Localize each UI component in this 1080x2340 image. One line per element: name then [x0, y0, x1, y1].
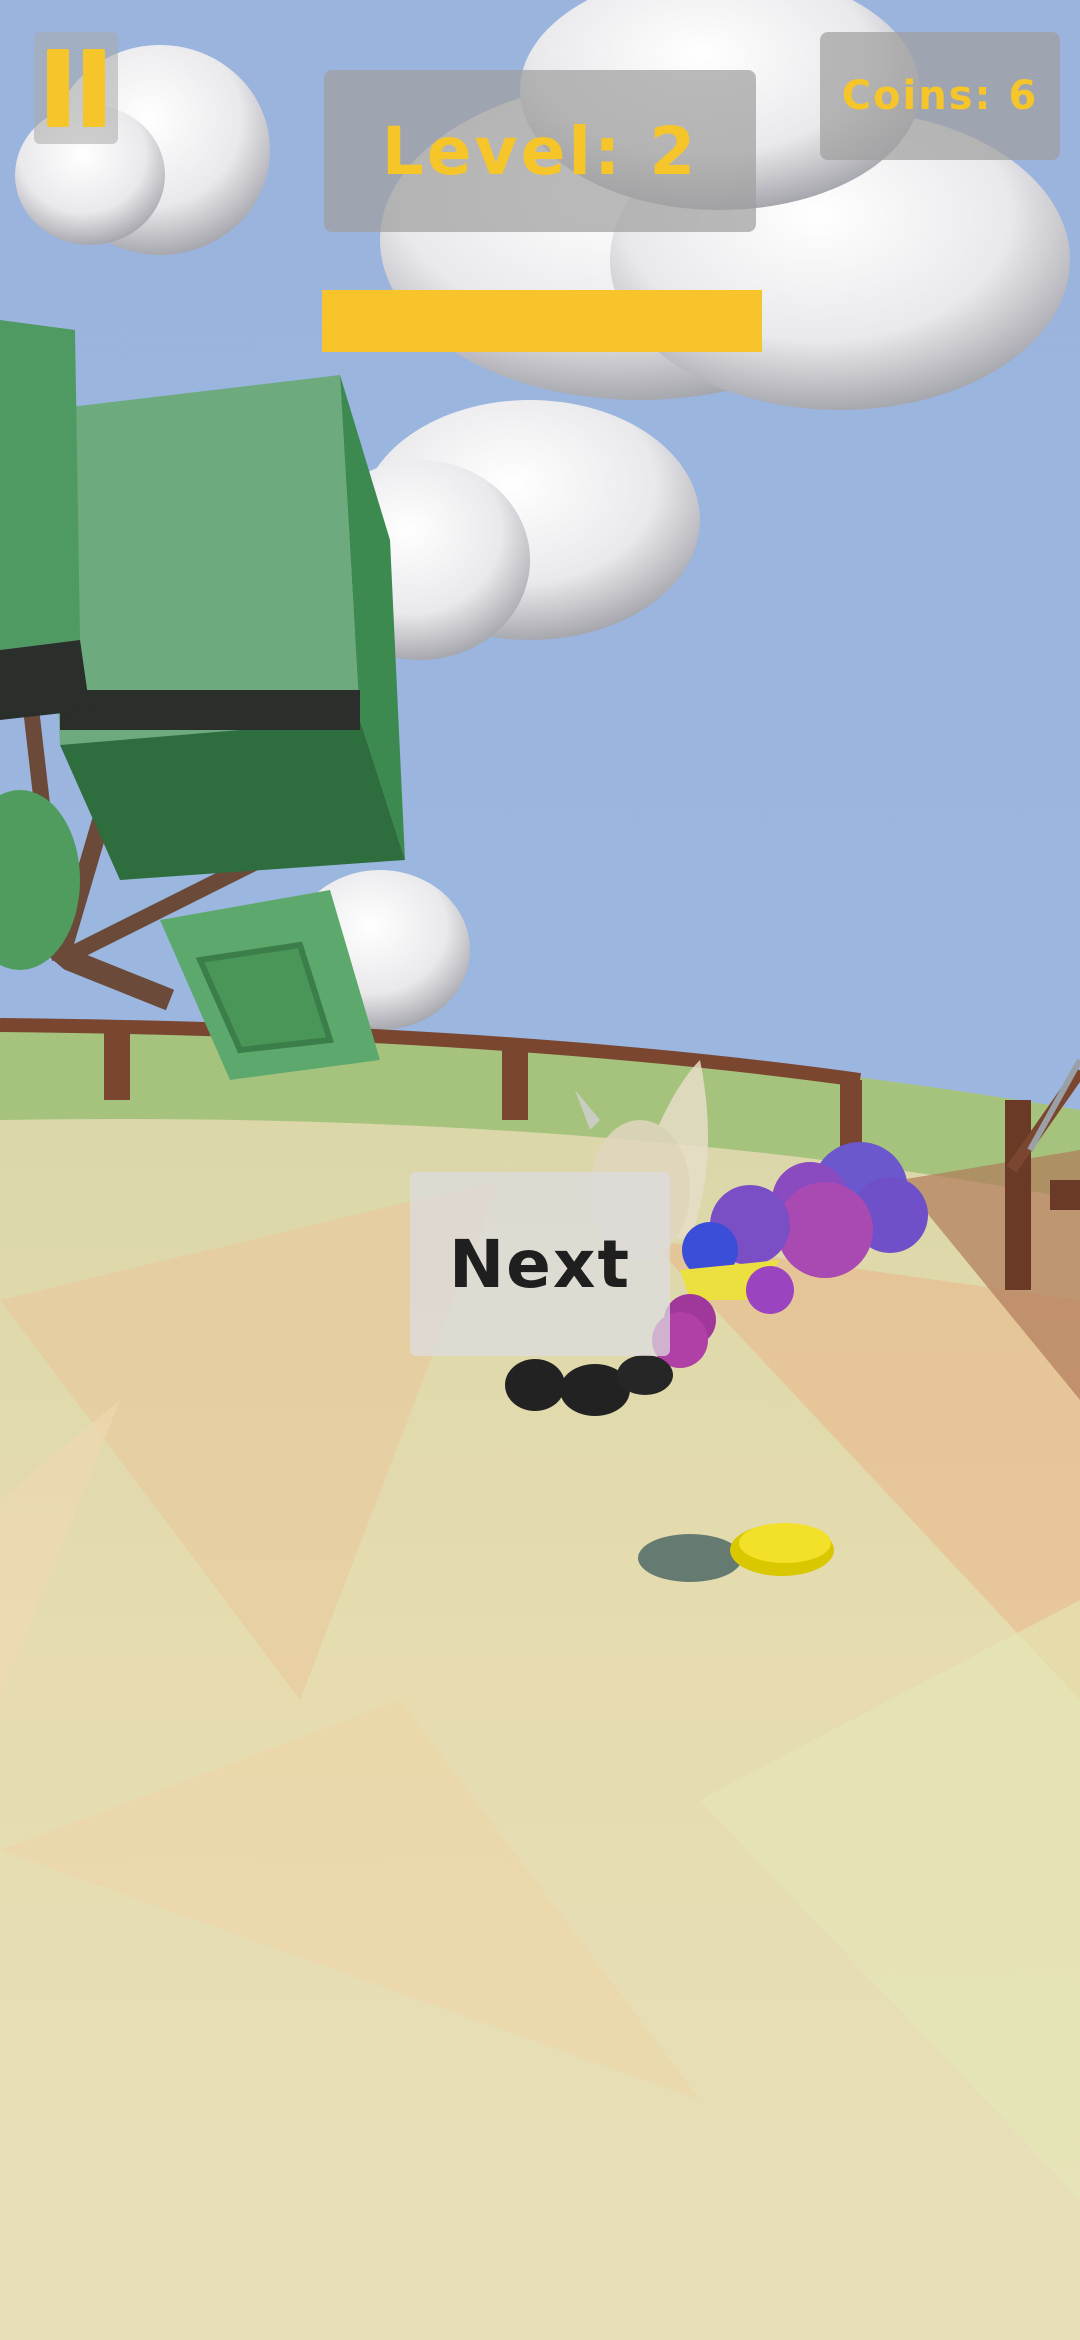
- tree: [0, 320, 405, 1080]
- pause-button[interactable]: [34, 32, 118, 144]
- pause-icon-bar: [83, 49, 105, 127]
- level-progress-fill: [322, 290, 762, 352]
- next-button-label: Next: [448, 1225, 632, 1303]
- next-button[interactable]: Next: [410, 1172, 670, 1356]
- level-progress-bar: [322, 290, 762, 352]
- pause-icon: [47, 49, 69, 127]
- coins-counter: Coins: 6: [820, 32, 1060, 160]
- coins-text: Coins: 6: [841, 73, 1039, 119]
- level-indicator: Level: 2: [324, 70, 756, 232]
- level-text: Level: 2: [381, 112, 699, 190]
